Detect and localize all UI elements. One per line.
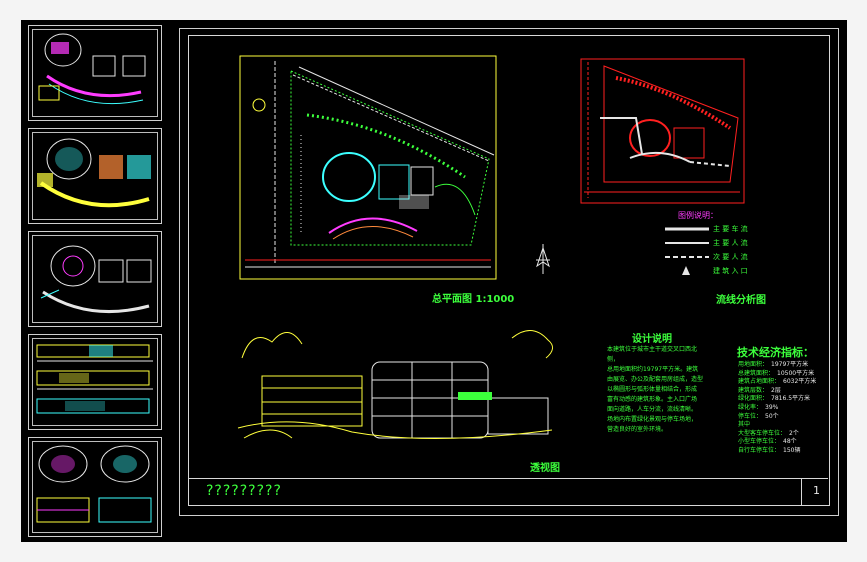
indicator-row: 总建筑面积： 10500平方米: [738, 370, 828, 379]
title-block-divider: [801, 479, 802, 505]
perspective-drawing: [237, 330, 553, 440]
indicator-key: 绿化面积：: [738, 395, 769, 403]
indicator-value: 2个: [789, 429, 799, 437]
indicator-key: 总建筑面积：: [738, 369, 775, 377]
legend-item-main-vehicle: 主 要 车 流: [665, 224, 755, 234]
legend-item-label: 次 要 人 流: [713, 253, 748, 261]
legend-item-label: 建 筑 入 口: [713, 267, 748, 275]
indicator-row: 建筑占地面积： 6032平方米: [738, 378, 828, 387]
legend-line-icon: [665, 227, 709, 231]
design-notes-line: 总用地面积约19797平方米。建筑: [607, 366, 699, 373]
sheet-thumbnail-3[interactable]: [28, 231, 162, 327]
indicator-key: 停车位：: [738, 412, 763, 420]
sheet-thumbnail-2[interactable]: [28, 128, 162, 224]
indicator-key: 其中: [738, 421, 751, 429]
indicator-value: 2层: [771, 386, 781, 394]
design-notes-line: 场地内布置绿化景观与停车场地，: [607, 416, 698, 423]
site-plan-drawing: [239, 55, 497, 280]
thumbnail-floorplans: [36, 445, 152, 523]
flow-analysis-label: 流线分析图: [716, 295, 766, 306]
indicator-value: 150辆: [783, 446, 801, 454]
perspective-label: 透视图: [530, 463, 560, 474]
indicator-row: 自行车停车位： 150辆: [738, 447, 828, 456]
sheet-thumbnail-4[interactable]: [28, 334, 162, 430]
page-number: 1: [813, 484, 820, 497]
indicator-row: 其中: [738, 421, 828, 430]
design-notes-line: 以椭圆形与弧形体量相结合，形成: [607, 386, 698, 393]
legend-dash-icon: [665, 256, 709, 258]
legend-item-label: 主 要 人 流: [713, 239, 748, 247]
design-notes-body: 本建筑位于城市主干道交叉口西北侧， 总用地面积约19797平方米。建筑 由展览、…: [607, 345, 707, 435]
entrance-arrow-icon: [682, 266, 690, 275]
economic-indicators-title: 技术经济指标：: [737, 346, 814, 359]
legend-item-secondary-pedestrian: 次 要 人 流: [665, 252, 755, 262]
north-arrow-icon: [536, 244, 550, 274]
design-notes-title: 设计说明: [632, 334, 672, 345]
indicator-row: 停车位： 50个: [738, 413, 828, 422]
indicator-row: 绿化率： 39%: [738, 404, 828, 413]
indicator-value: 6032平方米: [783, 378, 817, 386]
thumbnail-elevations: [36, 344, 153, 414]
indicator-key: 自行车停车位：: [738, 446, 781, 454]
design-notes-line: 富有动感的建筑形象。主入口广场: [607, 396, 698, 403]
title-block: ????????? 1: [188, 478, 828, 505]
design-notes-line: 由展览、办公及配套用房组成，造型: [607, 376, 704, 383]
indicator-value: 50个: [765, 412, 779, 420]
legend-item-label: 主 要 车 流: [713, 225, 748, 233]
legend-item-main-pedestrian: 主 要 人 流: [665, 238, 755, 248]
indicator-key: 绿化率：: [738, 403, 763, 411]
thumbnail-plan-1: [38, 33, 146, 105]
indicator-key: 小型车停车位：: [738, 438, 781, 446]
sheet-thumbnail-5[interactable]: [28, 437, 162, 537]
design-notes-line: 营造良好的室外环境。: [607, 426, 668, 433]
legend-item-entrance: 建 筑 入 口: [665, 266, 755, 276]
indicator-key: 建筑占地面积：: [738, 378, 781, 386]
indicator-value: 39%: [765, 403, 779, 411]
indicator-key: 建筑层数：: [738, 386, 769, 394]
indicator-value: 7816.5平方米: [771, 395, 811, 403]
flow-analysis-drawing: [580, 58, 745, 204]
design-notes-line: 面向道路，人车分流，流线清晰。: [607, 406, 698, 413]
legend-title: 图例说明：: [678, 211, 718, 220]
indicator-row: 用地面积： 19797平方米: [738, 361, 828, 370]
indicator-row: 小型车停车位： 48个: [738, 438, 828, 447]
sheet-thumbnail-1[interactable]: [28, 25, 162, 121]
indicator-value: 48个: [783, 438, 797, 446]
economic-indicators-list: 用地面积： 19797平方米 总建筑面积： 10500平方米 建筑占地面积： 6032…: [738, 361, 828, 456]
title-block-text: ?????????: [206, 483, 282, 499]
design-notes-line: 本建筑位于城市主干道交叉口西北侧，: [607, 346, 698, 363]
indicator-key: 用地面积：: [738, 361, 769, 368]
thumbnail-plan-2: [37, 138, 151, 208]
indicator-key: 大型客车停车位：: [738, 429, 787, 437]
legend-line-icon: [665, 242, 709, 244]
site-plan-label: 总平面图 1:1000: [432, 294, 515, 305]
indicator-value: 19797平方米: [771, 361, 809, 368]
indicator-row: 绿化面积： 7816.5平方米: [738, 395, 828, 404]
thumbnail-plan-3: [40, 245, 152, 314]
indicator-value: 10500平方米: [777, 369, 815, 377]
